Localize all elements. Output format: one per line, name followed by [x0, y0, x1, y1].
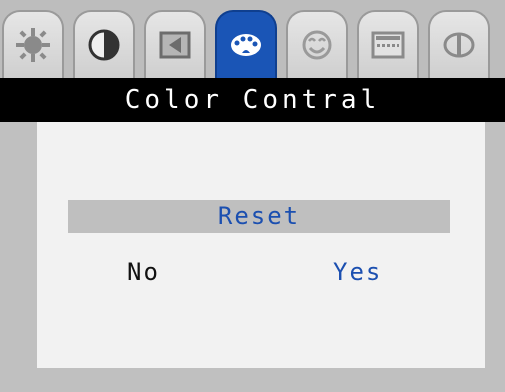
info-icon: [443, 32, 475, 58]
tab-keyboard[interactable]: [357, 10, 419, 78]
tab-contrast[interactable]: [73, 10, 135, 78]
yes-option[interactable]: Yes: [333, 258, 382, 286]
tab-brightness[interactable]: [2, 10, 64, 78]
menu-title-bar: Color Contral: [0, 78, 505, 122]
tab-position[interactable]: [144, 10, 206, 78]
reset-panel: Reset No Yes: [37, 122, 485, 368]
menu-title: Color Contral: [124, 85, 381, 115]
position-icon: [159, 31, 191, 59]
no-option[interactable]: No: [127, 258, 160, 286]
reset-item[interactable]: Reset: [68, 200, 450, 233]
osd-tab-bar: [0, 0, 505, 78]
tab-info[interactable]: [428, 10, 490, 78]
color-palette-icon: [231, 34, 261, 56]
face-icon: [302, 30, 332, 60]
keyboard-icon: [371, 31, 405, 59]
contrast-icon: [88, 29, 120, 61]
tab-color[interactable]: [215, 10, 277, 78]
brightness-icon: [16, 28, 50, 62]
tab-face[interactable]: [286, 10, 348, 78]
reset-label: Reset: [217, 202, 301, 230]
